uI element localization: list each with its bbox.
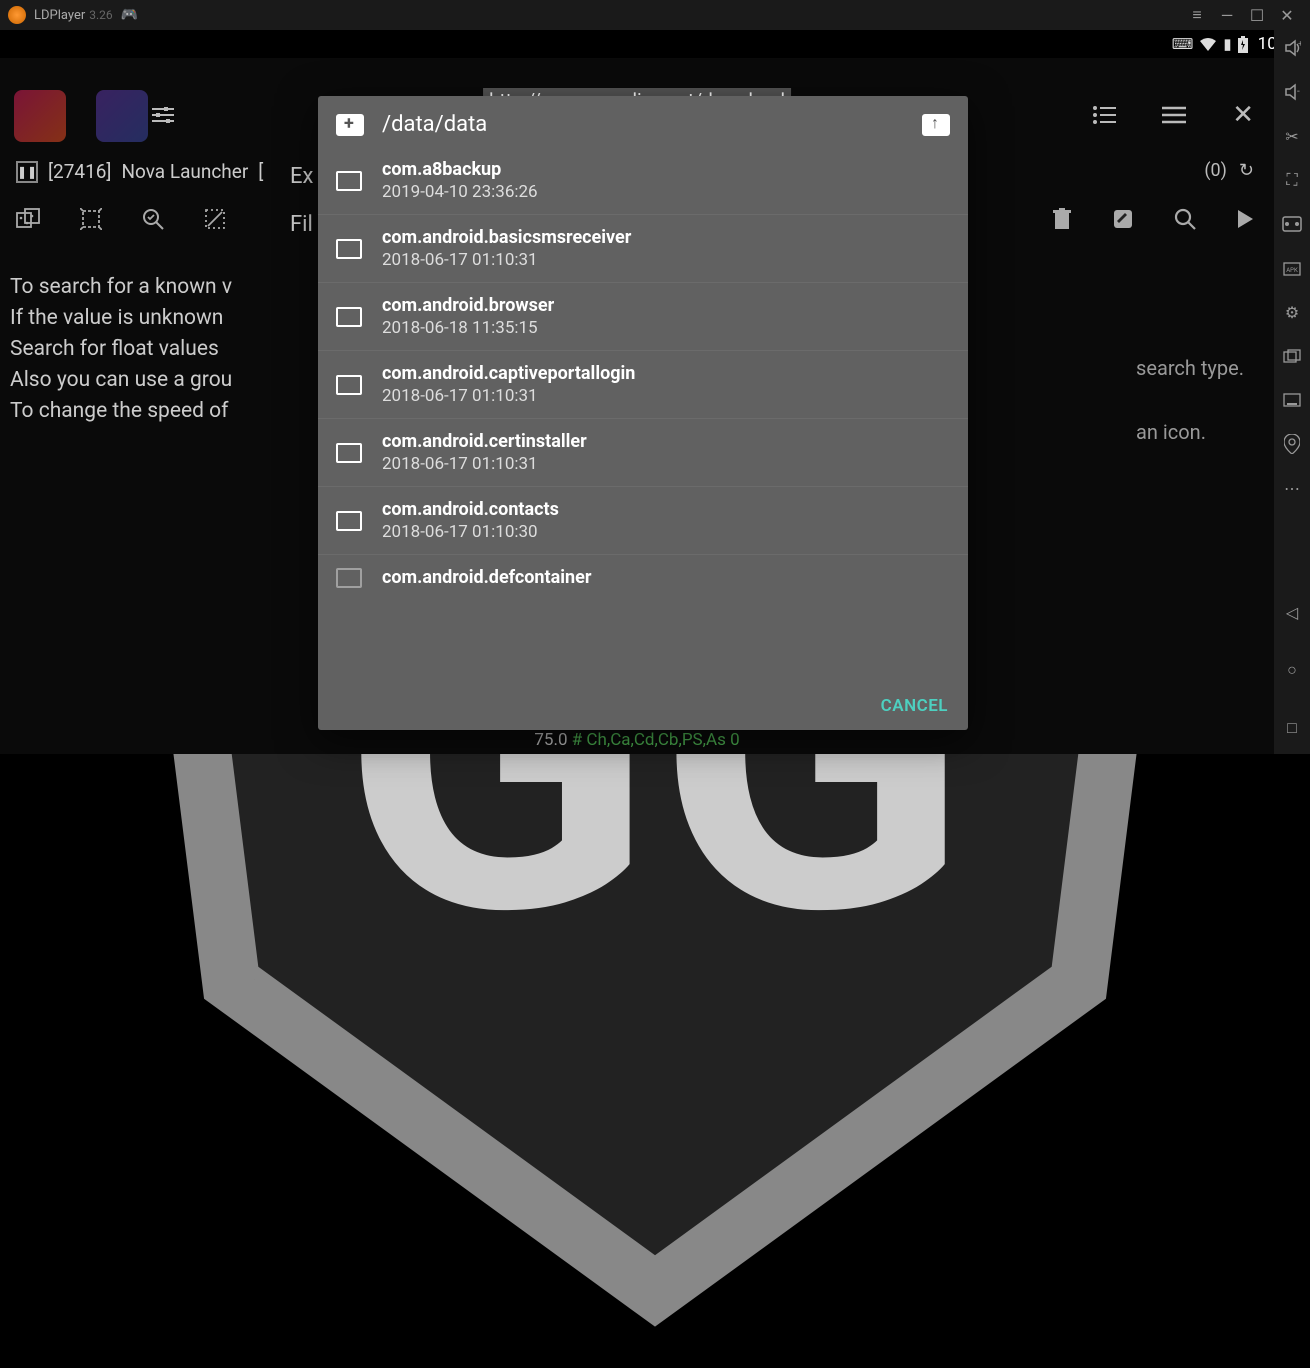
- scissors-icon[interactable]: ✂: [1280, 124, 1304, 148]
- peek-label-1: Ex: [290, 164, 313, 189]
- current-path: /data/data: [382, 112, 487, 137]
- menu-button[interactable]: ≡: [1182, 0, 1212, 30]
- process-bar[interactable]: ❚❚ [27416] Nova Launcher [: [16, 160, 263, 183]
- folder-name: com.android.browser: [382, 295, 554, 316]
- folder-row[interactable]: com.a8backup 2019-04-10 23:36:26: [318, 147, 968, 215]
- folder-row[interactable]: com.android.basicsmsreceiver 2018-06-17 …: [318, 215, 968, 283]
- app-icon[interactable]: [96, 90, 148, 142]
- bottom-codes: # Ch,Ca,Cd,Cb,PS,As 0: [572, 730, 740, 750]
- minimize-button[interactable]: —: [1212, 0, 1242, 30]
- folder-date: 2018-06-17 01:10:31: [382, 250, 631, 270]
- more-icon[interactable]: ⋯: [1280, 476, 1304, 500]
- folder-name: com.a8backup: [382, 159, 538, 180]
- new-folder-button[interactable]: [336, 114, 364, 136]
- emulator-version: 3.26: [89, 8, 112, 22]
- folder-icon: [336, 375, 362, 395]
- wifi-icon: [1199, 37, 1217, 51]
- search-check-icon[interactable]: [142, 208, 164, 230]
- settings-icon[interactable]: ⚙: [1280, 300, 1304, 324]
- controller-icon: 🎮: [121, 7, 138, 23]
- home-screen-icons: [14, 90, 148, 142]
- folder-list[interactable]: com.a8backup 2019-04-10 23:36:26 com.and…: [318, 147, 968, 682]
- screenshot-icon[interactable]: [1280, 388, 1304, 412]
- crop-icon[interactable]: [80, 208, 102, 230]
- folder-date: 2018-06-18 11:35:15: [382, 318, 554, 338]
- folder-row[interactable]: com.android.contacts 2018-06-17 01:10:30: [318, 487, 968, 555]
- hamburger-icon[interactable]: [1162, 106, 1186, 124]
- close-button[interactable]: ✕: [1272, 0, 1302, 30]
- folder-name: com.android.certinstaller: [382, 431, 587, 452]
- app-icon[interactable]: [14, 90, 66, 142]
- folder-name: com.android.captiveportallogin: [382, 363, 635, 384]
- gg-help-right: search type. an icon.: [1136, 336, 1244, 464]
- dialog-footer: CANCEL: [318, 682, 968, 730]
- folder-icon: [336, 239, 362, 259]
- process-pid: [27416]: [48, 160, 111, 183]
- process-suffix: [: [258, 160, 263, 183]
- search-icon[interactable]: [1174, 208, 1196, 230]
- folder-icon: [336, 511, 362, 531]
- ldplayer-logo-icon: [8, 6, 26, 24]
- battery-icon: [1238, 36, 1248, 53]
- keyboard-map-icon[interactable]: [1280, 212, 1304, 236]
- folder-date: 2018-06-17 01:10:31: [382, 386, 635, 406]
- svg-text:+: +: [1298, 39, 1301, 48]
- folder-date: 2019-04-10 23:36:26: [382, 182, 538, 202]
- trash-icon[interactable]: [1052, 208, 1072, 230]
- svg-text:APK: APK: [1286, 267, 1298, 274]
- emulator-titlebar: LDPlayer 3.26 🎮 ≡ — ☐ ✕: [0, 0, 1310, 30]
- android-statusbar: ⌨ ▮ 10:19: [0, 30, 1310, 58]
- fullscreen-icon[interactable]: ⛶: [1280, 168, 1304, 192]
- multi-instance-icon[interactable]: [1280, 344, 1304, 368]
- dialog-header: /data/data: [318, 96, 968, 147]
- refresh-icon[interactable]: ↻: [1239, 160, 1254, 181]
- folder-row[interactable]: com.android.certinstaller 2018-06-17 01:…: [318, 419, 968, 487]
- pause-icon[interactable]: ❚❚: [16, 161, 38, 183]
- file-picker-dialog: /data/data com.a8backup 2019-04-10 23:36…: [318, 96, 968, 730]
- dice-icon[interactable]: [16, 208, 40, 230]
- folder-icon: [336, 307, 362, 327]
- svg-text:-: -: [1297, 86, 1300, 97]
- result-counter: (0): [1204, 160, 1227, 181]
- folder-icon: [336, 171, 362, 191]
- process-name: Nova Launcher: [121, 160, 248, 183]
- volume-down-button[interactable]: -: [1280, 80, 1304, 104]
- peek-label-2: Fil: [290, 212, 313, 237]
- folder-date: 2018-06-17 01:10:31: [382, 454, 587, 474]
- play-icon[interactable]: [1236, 209, 1254, 229]
- bottom-number: 75.0: [534, 730, 567, 750]
- gg-help-text: To search for a known v If the value is …: [10, 272, 232, 427]
- folder-row[interactable]: com.android.browser 2018-06-18 11:35:15: [318, 283, 968, 351]
- maximize-button[interactable]: ☐: [1242, 0, 1272, 30]
- main-area: http://gameguardian.net/download ✕ ❚❚ [2…: [0, 58, 1274, 754]
- folder-icon: [336, 443, 362, 463]
- folder-name: com.android.basicsmsreceiver: [382, 227, 631, 248]
- edit-icon[interactable]: [1112, 208, 1134, 230]
- emulator-name: LDPlayer: [34, 8, 85, 23]
- process-right: (0) ↻: [1204, 160, 1254, 181]
- bottom-status: 75.0 # Ch,Ca,Cd,Cb,PS,As 0: [534, 730, 739, 750]
- sliders-icon[interactable]: [150, 104, 176, 126]
- apk-install-icon[interactable]: APK: [1280, 256, 1304, 280]
- keyboard-icon: ⌨: [1172, 35, 1194, 53]
- folder-up-button[interactable]: [922, 114, 950, 136]
- emulator-sidebar: + - ✂ ⛶ APK ⚙ ⋯ ◁ ○ □: [1274, 30, 1310, 754]
- recents-button[interactable]: □: [1280, 716, 1304, 740]
- folder-row[interactable]: com.android.defcontainer: [318, 555, 968, 600]
- folder-name: com.android.defcontainer: [382, 567, 591, 588]
- select-dashed-icon[interactable]: [204, 208, 226, 230]
- close-icon[interactable]: ✕: [1232, 100, 1254, 130]
- list-icon[interactable]: [1092, 105, 1116, 125]
- home-button[interactable]: ○: [1280, 658, 1304, 682]
- location-icon[interactable]: [1280, 432, 1304, 456]
- back-button[interactable]: ◁: [1280, 600, 1304, 624]
- sim-icon: ▮: [1223, 35, 1231, 53]
- folder-name: com.android.contacts: [382, 499, 559, 520]
- folder-date: 2018-06-17 01:10:30: [382, 522, 559, 542]
- folder-icon: [336, 568, 362, 588]
- folder-row[interactable]: com.android.captiveportallogin 2018-06-1…: [318, 351, 968, 419]
- cancel-button[interactable]: CANCEL: [881, 696, 948, 716]
- volume-up-button[interactable]: +: [1280, 36, 1304, 60]
